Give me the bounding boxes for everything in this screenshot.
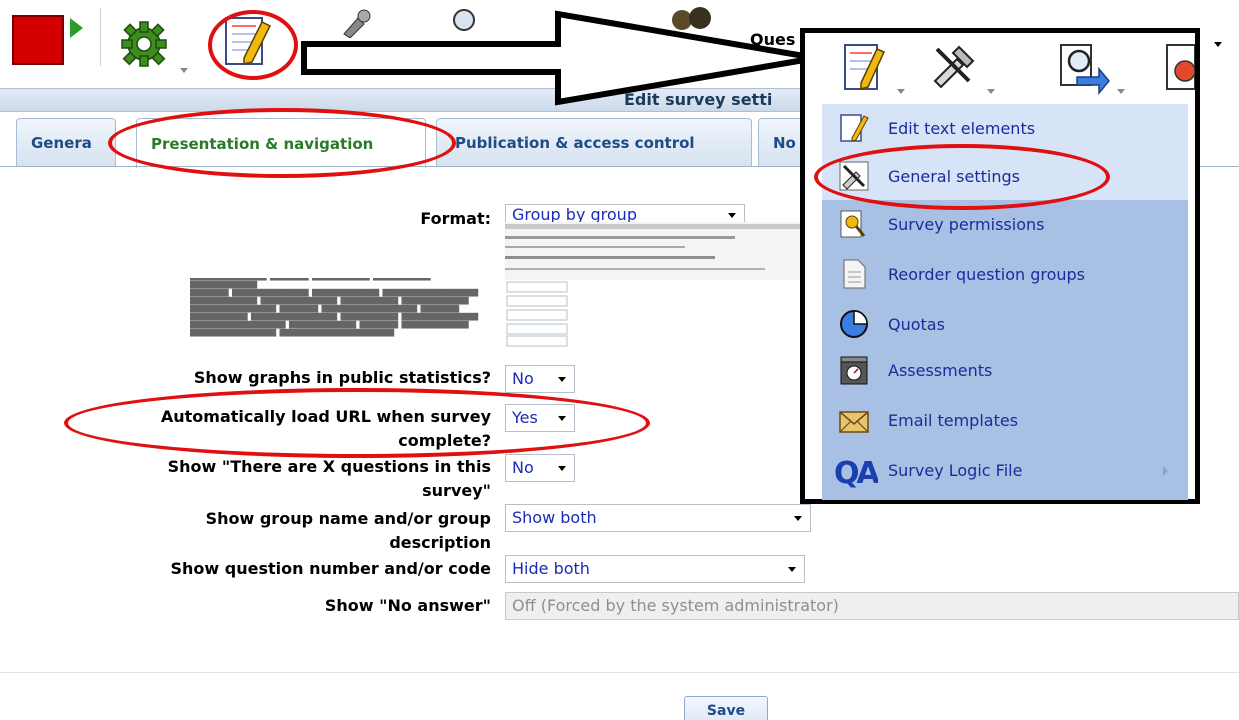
play-icon[interactable] — [70, 18, 83, 38]
menu-item-label: Survey permissions — [888, 214, 1045, 234]
annotation-circle-presentation-tab — [108, 108, 456, 178]
chevron-down-icon — [897, 89, 905, 94]
toolbar-divider — [100, 8, 101, 66]
groupname-label: Show group name and/or group description — [206, 507, 491, 555]
email-icon — [839, 411, 869, 433]
key-icon — [840, 210, 866, 238]
menu-item-reorder-question-groups[interactable]: Reorder question groups — [822, 250, 1188, 298]
xquestions-select[interactable]: No — [505, 454, 575, 482]
rendering-artifact-selects — [505, 278, 575, 348]
menu-icon-bar — [805, 33, 1195, 103]
menu-item-assessments[interactable]: Assessments — [822, 346, 1188, 394]
rendering-artifact: ▀▀▀▀▀▀▀▀ ▀▀▀▀ ▀▀▀▀▀▀ ▀▀▀▀▀▀ ▀▀▀▀▀▀▀ ▀▀▀▀… — [190, 278, 478, 344]
chevron-down-icon — [794, 516, 802, 521]
gear-icon[interactable] — [118, 18, 188, 74]
menu-item-label: Reorder question groups — [888, 264, 1086, 284]
magnifier-icon[interactable] — [1057, 41, 1111, 95]
tab-label: No — [773, 133, 796, 152]
statistics-icon[interactable] — [1163, 41, 1195, 95]
chevron-down-icon — [987, 89, 995, 94]
chevron-down-icon — [1214, 42, 1222, 47]
form-divider — [0, 672, 1239, 673]
assessments-icon — [840, 356, 868, 385]
menu-item-label: Survey Logic File — [888, 460, 1023, 480]
annotation-circle-autoload — [64, 388, 650, 458]
noanswer-label: Show "No answer" — [324, 596, 491, 615]
menu-item-label: Quotas — [888, 314, 945, 334]
graphs-select[interactable]: No — [505, 365, 575, 393]
annotation-circle-general-settings — [814, 144, 1110, 210]
xquestions-label-line-1: Show "There are X questions in this — [167, 457, 491, 476]
annotation-arrow-icon — [301, 10, 817, 106]
chevron-down-icon — [180, 68, 188, 73]
annotation-circle-edit — [208, 10, 298, 80]
noanswer-field: Off (Forced by the system administrator) — [505, 592, 1239, 620]
edit-pencil-icon[interactable] — [839, 39, 889, 95]
menu-item-label: Assessments — [888, 360, 993, 380]
menu-item-label: Edit text elements — [888, 118, 1036, 138]
chevron-down-icon — [788, 567, 796, 572]
format-label: Format: — [420, 209, 491, 228]
tab-publication-access-control[interactable]: Publication & access control — [436, 118, 752, 166]
qnumber-select[interactable]: Hide both — [505, 555, 805, 583]
tab-general[interactable]: Genera — [16, 118, 116, 166]
graphs-label: Show graphs in public statistics? — [193, 368, 491, 387]
noanswer-field-value: Off (Forced by the system administrator) — [512, 596, 839, 615]
save-button[interactable]: Save — [684, 696, 768, 720]
groupname-label-line-2: description — [389, 533, 491, 552]
menu-item-quotas[interactable]: Quotas — [822, 300, 1188, 348]
menu-item-survey-logic-file[interactable]: QA Survey Logic File — [822, 446, 1188, 494]
chevron-down-icon — [1117, 89, 1125, 94]
groupname-select-value: Show both — [512, 508, 597, 527]
tab-label: Genera — [31, 133, 92, 152]
tab-label: Publication & access control — [455, 133, 695, 152]
chevron-down-icon — [558, 377, 566, 382]
menu-item-email-templates[interactable]: Email templates — [822, 396, 1188, 444]
chevron-right-icon — [1163, 466, 1168, 476]
groupname-select[interactable]: Show both — [505, 504, 811, 532]
document-icon — [843, 259, 866, 289]
menu-item-label: Email templates — [888, 410, 1019, 430]
svg-text:QA: QA — [834, 456, 878, 488]
rendering-artifact-strip — [505, 222, 815, 280]
xquestions-label-line-2: survey" — [422, 481, 491, 500]
graphs-select-value: No — [512, 369, 534, 388]
edit-pencil-icon — [840, 114, 869, 142]
qnumber-label: Show question number and/or code — [170, 559, 492, 578]
tools-icon[interactable] — [929, 41, 979, 91]
chevron-down-icon — [728, 213, 736, 218]
chevron-down-icon — [558, 466, 566, 471]
stop-icon[interactable] — [12, 15, 64, 65]
xquestions-label: Show "There are X questions in this surv… — [168, 455, 491, 503]
xquestions-select-value: No — [512, 458, 534, 477]
qa-icon: QA — [834, 456, 878, 488]
qnumber-select-value: Hide both — [512, 559, 590, 578]
quotas-icon — [840, 310, 868, 338]
groupname-label-line-1: Show group name and/or group — [205, 509, 491, 528]
